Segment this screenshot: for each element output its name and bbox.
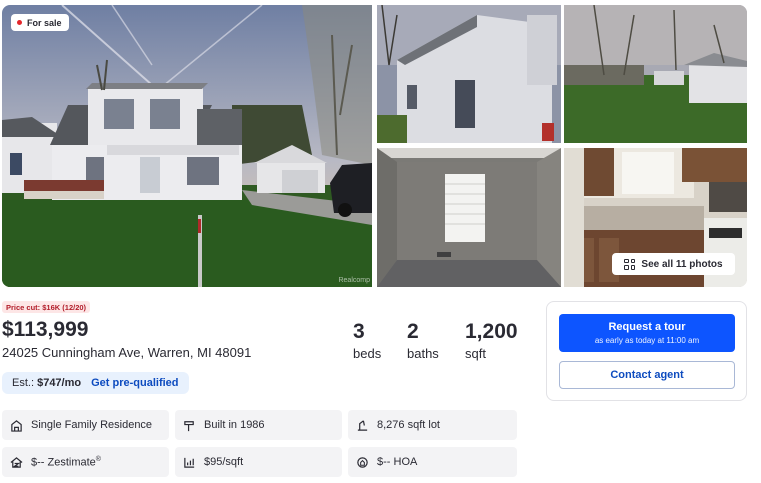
beds-label: beds — [353, 346, 382, 361]
grid-icon — [624, 258, 636, 270]
price-cut-badge: Price cut: $16K (12/20) — [2, 301, 91, 313]
listing-price: $113,999 — [2, 318, 89, 341]
feature-lot-size: 8,276 sqft lot — [348, 410, 517, 440]
photo-bedroom[interactable] — [377, 148, 561, 287]
for-sale-label: For sale — [27, 17, 62, 28]
baths-label: baths — [407, 346, 439, 361]
sqft-label: sqft — [465, 346, 486, 361]
hoa-icon — [357, 456, 368, 468]
contact-agent-button[interactable]: Contact agent — [559, 361, 735, 389]
feature-year-built: Built in 1986 — [175, 410, 342, 440]
photo-backyard[interactable] — [564, 5, 747, 143]
sqft-value: 1,200 — [465, 320, 518, 343]
house-icon — [11, 419, 22, 432]
sqft-fact: 1,200 sqft — [465, 320, 518, 361]
home-type-label: Single Family Residence — [31, 419, 153, 431]
see-all-photos-label: See all 11 photos — [641, 258, 723, 270]
feature-hoa: $-- HOA — [348, 447, 517, 477]
for-sale-badge: For sale — [11, 14, 69, 31]
estimate-prefix: Est.: — [12, 377, 35, 389]
zestimate-icon — [10, 456, 23, 468]
registered-mark: ® — [95, 455, 101, 463]
baths-value: 2 — [407, 320, 419, 343]
lot-size-label: 8,276 sqft lot — [377, 419, 440, 431]
ruler-icon — [357, 419, 368, 431]
zestimate-label: $-- Zestimate — [31, 456, 96, 469]
feature-home-type: Single Family Residence — [2, 410, 169, 440]
photo-gallery: For sale Realcomp — [2, 5, 747, 287]
price-per-sqft-label: $95/sqft — [204, 456, 244, 468]
beds-fact: 3 beds — [353, 320, 381, 361]
request-tour-button[interactable]: Request a tour as early as today at 11:0… — [559, 314, 735, 352]
main-photo[interactable] — [2, 5, 372, 287]
get-pre-qualified-link[interactable]: Get pre-qualified — [91, 377, 178, 389]
year-built-label: Built in 1986 — [204, 419, 265, 431]
request-tour-subtitle: as early as today at 11:00 am — [594, 336, 700, 345]
price-chart-icon — [184, 457, 195, 468]
photo-watermark: Realcomp — [338, 277, 370, 284]
feature-zestimate: $-- Zestimate® — [2, 447, 169, 477]
request-tour-label: Request a tour — [608, 321, 686, 333]
see-all-photos-button[interactable]: See all 11 photos — [612, 253, 735, 275]
status-dot-icon — [17, 20, 22, 25]
contact-card: Request a tour as early as today at 11:0… — [546, 301, 747, 401]
baths-fact: 2 baths — [407, 320, 439, 361]
hammer-icon — [184, 420, 194, 431]
payment-estimate: Est.: $747/mo Get pre-qualified — [2, 372, 189, 394]
estimate-amount: $747/mo — [37, 377, 82, 389]
feature-price-per-sqft: $95/sqft — [175, 447, 342, 477]
photo-side-house[interactable] — [377, 5, 561, 143]
listing-address: 24025 Cunningham Ave, Warren, MI 48091 — [2, 345, 252, 360]
hoa-label: $-- HOA — [377, 456, 418, 468]
beds-value: 3 — [353, 320, 365, 343]
